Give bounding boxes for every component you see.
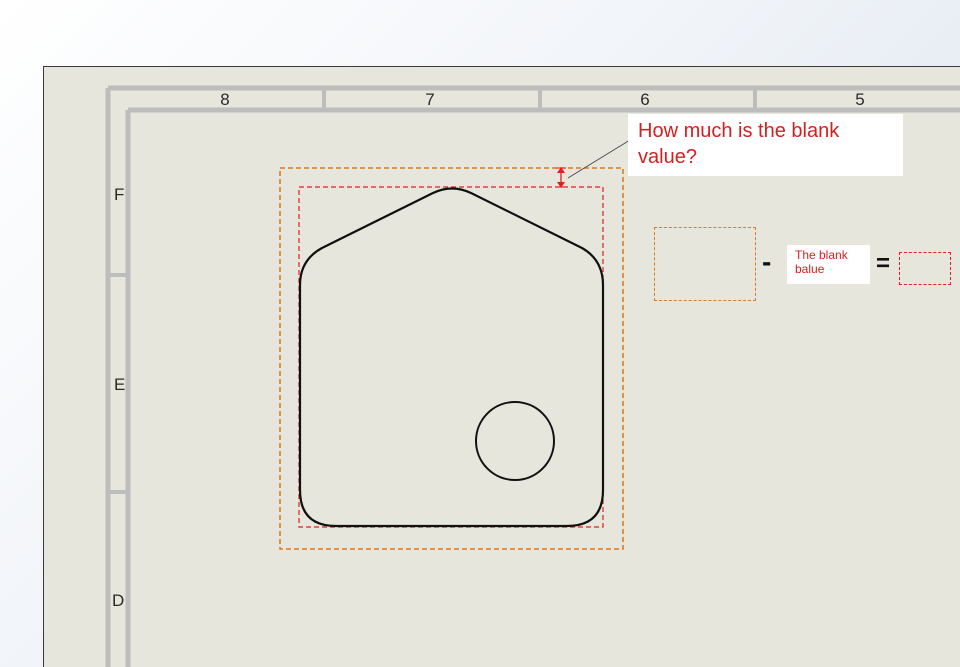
gap-dimension-arrow — [556, 167, 566, 188]
question-text-line-2: value? — [638, 146, 697, 168]
blank-outer-boundary — [279, 167, 624, 550]
zone-label-row-e: E — [114, 375, 125, 394]
blank-value-label: The blank balue — [787, 245, 870, 284]
minus-operator: - — [762, 246, 772, 277]
outer-value-input-box[interactable] — [654, 227, 756, 301]
zone-label-col-5: 5 — [855, 90, 864, 109]
equals-operator: = — [876, 250, 891, 277]
part-hole[interactable] — [475, 401, 555, 481]
zone-label-col-7: 7 — [425, 90, 434, 109]
zone-label-row-d: D — [112, 591, 124, 610]
question-callout: How much is the blank value? — [628, 114, 903, 176]
zone-label-col-8: 8 — [220, 90, 229, 109]
callout-leader-line — [567, 139, 631, 179]
zone-label-col-6: 6 — [640, 90, 649, 109]
drawing-canvas: 8 7 6 5 F E D — [105, 85, 960, 667]
question-text-line-1: How much is the blank — [638, 120, 840, 142]
blank-value-label-line-1: The blank — [795, 248, 848, 262]
result-value-input-box[interactable] — [899, 252, 951, 285]
zone-label-row-f: F — [114, 185, 124, 204]
blank-value-label-line-2: balue — [795, 262, 825, 276]
screen: { "sheet": { "column_labels": ["8", "7",… — [0, 0, 960, 667]
part-outline[interactable] — [298, 187, 605, 528]
